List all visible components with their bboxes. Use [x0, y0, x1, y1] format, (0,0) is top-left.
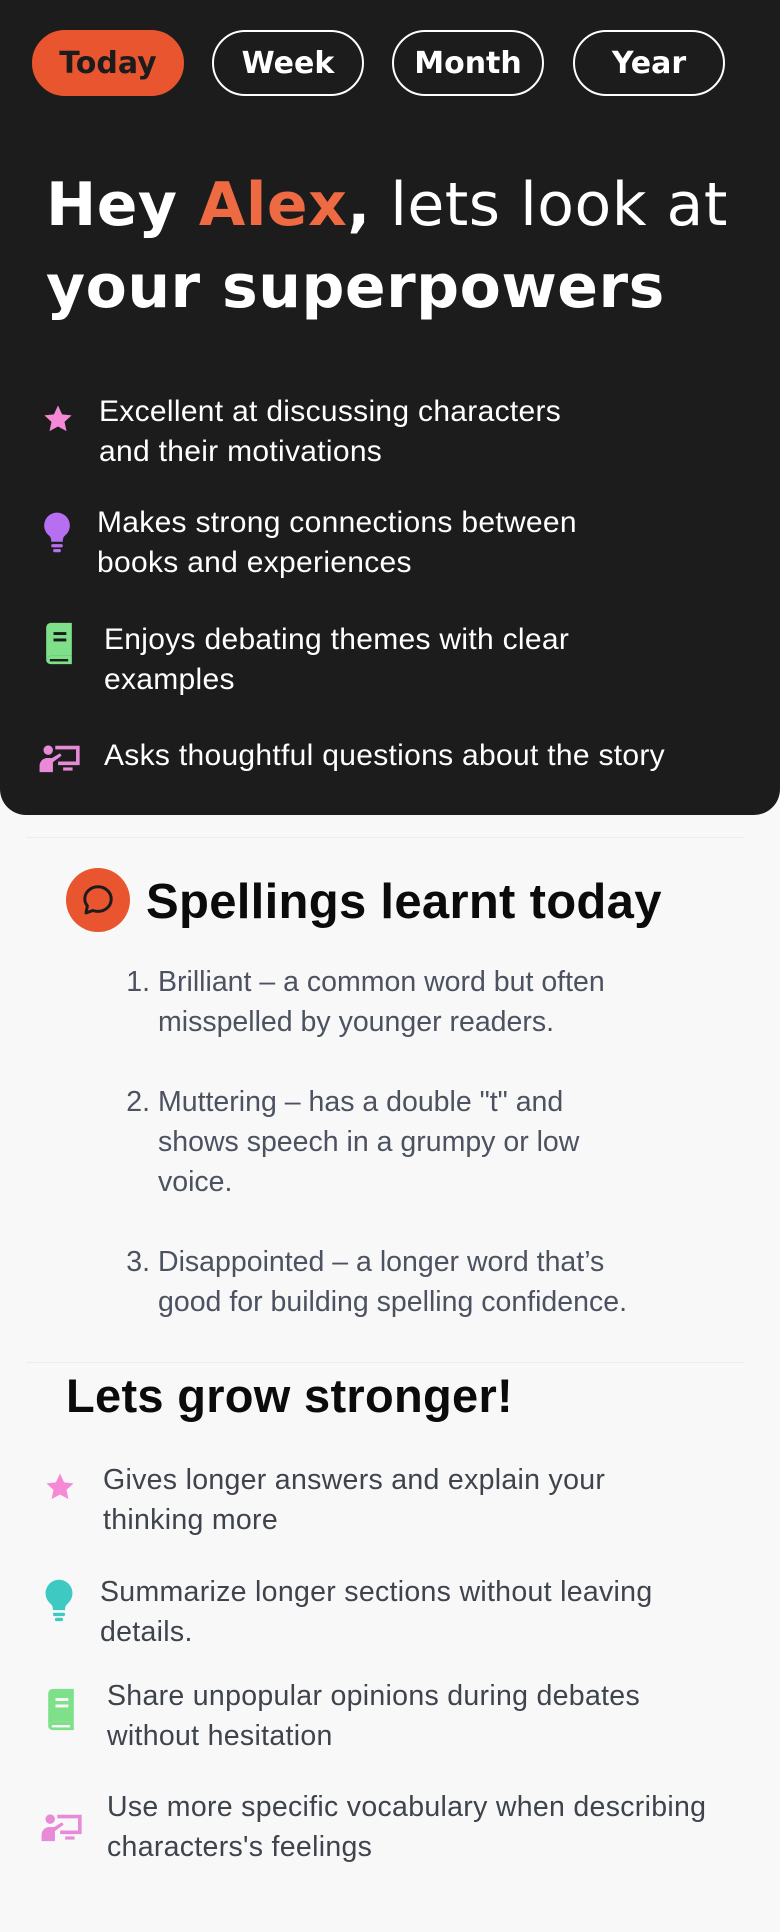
- lightbulb-icon: [42, 1578, 76, 1627]
- tab-week[interactable]: Week: [212, 30, 364, 96]
- heading-rest: lets look at: [370, 170, 728, 240]
- spelling-number: 2.: [126, 1086, 150, 1118]
- spelling-number: 1.: [126, 966, 150, 998]
- spelling-text: Muttering – has a double "t" and shows sp…: [158, 1086, 580, 1198]
- divider: [26, 837, 744, 838]
- spelling-number: 3.: [126, 1246, 150, 1278]
- divider: [26, 1362, 744, 1363]
- spellings-title: Spellings learnt today: [146, 875, 662, 929]
- tab-today[interactable]: Today: [32, 30, 184, 96]
- greeting-comma: ,: [347, 170, 371, 240]
- heading-line2: your superpowers: [46, 252, 665, 322]
- book-icon: [40, 622, 78, 671]
- grow-text: Gives longer answers and explain your thi…: [103, 1464, 606, 1536]
- star-icon: [42, 1470, 78, 1509]
- presentation-icon: [40, 1811, 84, 1848]
- superpower-text: Asks thoughtful questions about the stor…: [104, 739, 665, 772]
- hero-heading: Hey Alex, lets look at your superpowers: [46, 164, 746, 328]
- greeting-text: Hey: [46, 170, 199, 240]
- spelling-text: Brilliant – a common word but often missp…: [158, 966, 605, 1038]
- superpower-text: Excellent at discussing characters and th…: [99, 395, 562, 468]
- spelling-text: Disappointed – a longer word that’s good …: [158, 1246, 627, 1318]
- superpower-text: Enjoys debating themes with clear example…: [104, 623, 570, 696]
- user-name: Alex: [198, 170, 348, 240]
- grow-text: Summarize longer sections without leavin…: [100, 1576, 653, 1648]
- summary-hero: Today Week Month Year Hey Alex, lets loo…: [0, 0, 780, 815]
- lightbulb-icon: [40, 511, 74, 558]
- star-icon: [40, 402, 76, 441]
- tab-year[interactable]: Year: [573, 30, 725, 96]
- book-icon: [42, 1688, 80, 1737]
- chat-bubble-icon: [66, 868, 130, 932]
- tab-month[interactable]: Month: [392, 30, 544, 96]
- superpower-text: Makes strong connections between books an…: [97, 506, 577, 579]
- grow-title: Lets grow stronger!: [66, 1369, 514, 1422]
- presentation-icon: [38, 742, 82, 779]
- grow-text: Share unpopular opinions during debates w…: [107, 1680, 641, 1752]
- grow-text: Use more specific vocabulary when descri…: [107, 1791, 707, 1863]
